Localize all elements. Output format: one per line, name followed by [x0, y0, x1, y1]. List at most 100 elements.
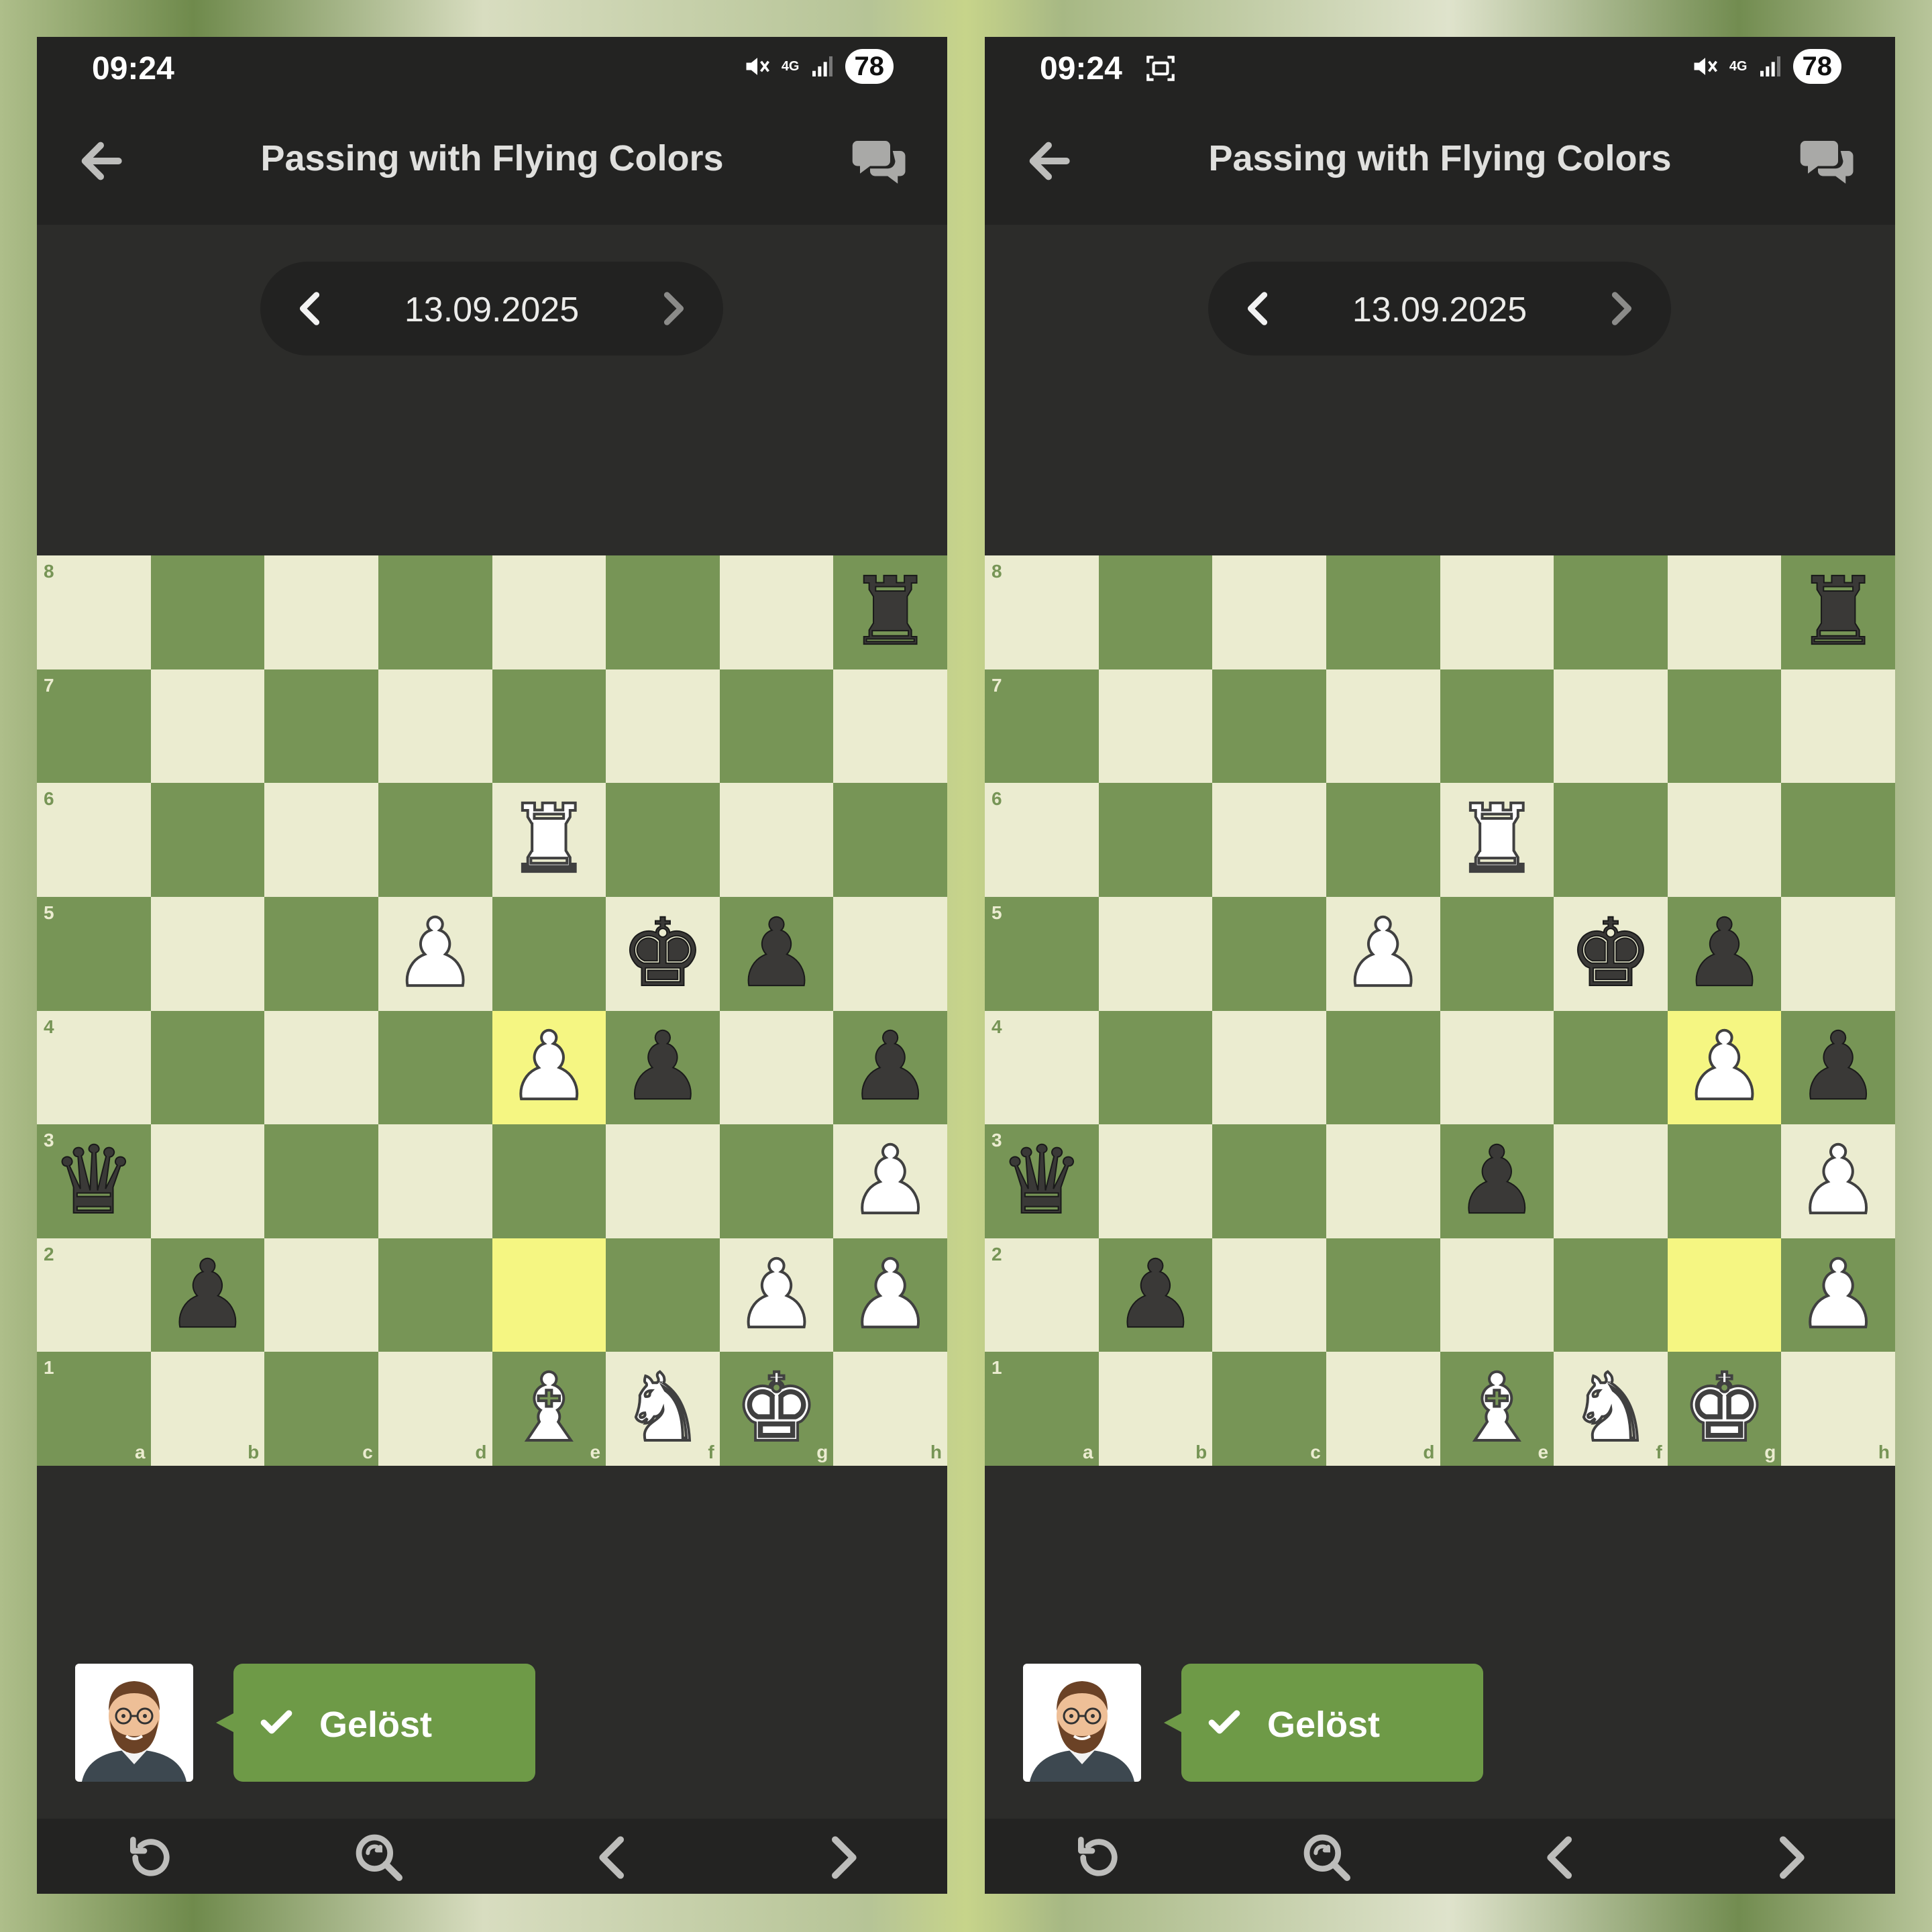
white-bishop[interactable]: ♝ — [506, 1360, 593, 1457]
black-pawn[interactable]: ♟ — [165, 1247, 251, 1342]
retry-icon[interactable] — [124, 1831, 178, 1884]
square-h1[interactable]: h — [833, 1352, 947, 1466]
square-b5[interactable] — [150, 896, 265, 1011]
square-b1[interactable]: b — [150, 1352, 265, 1466]
square-f1[interactable]: f ♞ — [606, 1352, 720, 1466]
square-d7[interactable] — [378, 669, 492, 784]
square-d3[interactable] — [1326, 1124, 1440, 1238]
square-f8[interactable] — [1554, 555, 1668, 669]
square-g3[interactable] — [719, 1124, 834, 1238]
white-pawn[interactable]: ♟ — [1681, 1019, 1768, 1116]
square-g5[interactable]: ♟ — [1667, 896, 1782, 1011]
white-pawn[interactable]: ♟ — [392, 905, 479, 1002]
square-a3[interactable]: 3 ♛ — [985, 1124, 1099, 1238]
square-c2[interactable] — [264, 1238, 378, 1352]
black-king[interactable]: ♚ — [1568, 906, 1654, 1001]
square-b5[interactable] — [1098, 896, 1213, 1011]
square-c4[interactable] — [264, 1010, 378, 1125]
square-e1[interactable]: e ♝ — [492, 1352, 606, 1466]
square-e3[interactable] — [492, 1124, 606, 1238]
white-pawn[interactable]: ♟ — [1340, 905, 1427, 1002]
white-pawn[interactable]: ♟ — [1794, 1246, 1882, 1343]
square-h2[interactable]: ♟ — [1781, 1238, 1895, 1352]
white-rook[interactable]: ♜ — [1454, 792, 1541, 888]
square-b1[interactable]: b — [1098, 1352, 1213, 1466]
square-c3[interactable] — [264, 1124, 378, 1238]
white-pawn[interactable]: ♟ — [733, 1246, 820, 1343]
square-e7[interactable] — [1440, 669, 1554, 784]
square-a7[interactable]: 7 — [37, 669, 151, 784]
square-a5[interactable]: 5 — [37, 896, 151, 1011]
square-g7[interactable] — [1667, 669, 1782, 784]
square-f4[interactable] — [1554, 1010, 1668, 1125]
square-c7[interactable] — [264, 669, 378, 784]
square-a7[interactable]: 7 — [985, 669, 1099, 784]
square-e8[interactable] — [492, 555, 606, 669]
square-g1[interactable]: g ♚ — [1667, 1352, 1782, 1466]
square-e4[interactable] — [1440, 1010, 1554, 1125]
square-f1[interactable]: f ♞ — [1554, 1352, 1668, 1466]
square-d8[interactable] — [1326, 555, 1440, 669]
square-e7[interactable] — [492, 669, 606, 784]
square-c6[interactable] — [1212, 783, 1326, 897]
square-h3[interactable]: ♟ — [833, 1124, 947, 1238]
square-f2[interactable] — [1554, 1238, 1668, 1352]
square-b6[interactable] — [1098, 783, 1213, 897]
black-pawn[interactable]: ♟ — [1454, 1133, 1540, 1228]
square-e3[interactable]: ♟ — [1440, 1124, 1554, 1238]
square-a1[interactable]: 1a — [37, 1352, 151, 1466]
chat-icon[interactable] — [1798, 131, 1858, 191]
square-c5[interactable] — [264, 896, 378, 1011]
square-g6[interactable] — [719, 783, 834, 897]
square-a4[interactable]: 4 — [985, 1010, 1099, 1125]
square-e6[interactable]: ♜ — [1440, 783, 1554, 897]
square-g2[interactable]: ♟ — [719, 1238, 834, 1352]
square-g3[interactable] — [1667, 1124, 1782, 1238]
square-f7[interactable] — [606, 669, 720, 784]
square-b7[interactable] — [150, 669, 265, 784]
black-pawn[interactable]: ♟ — [847, 1020, 933, 1115]
square-b3[interactable] — [150, 1124, 265, 1238]
chess-board[interactable]: 8 ♜ 7 6 ♜ 5 ♟ ♚ ♟ 4 ♟ ♟ ♟ 3 ♛ ♟ 2 ♟ ♟ ♟ 1 a b c d e ♝ f ♞ g ♚ h — [37, 555, 947, 1466]
white-rook[interactable]: ♜ — [506, 792, 593, 888]
white-pawn[interactable]: ♟ — [847, 1246, 934, 1343]
square-d2[interactable] — [378, 1238, 492, 1352]
square-f5[interactable]: ♚ — [606, 896, 720, 1011]
square-f4[interactable]: ♟ — [606, 1010, 720, 1125]
square-d1[interactable]: d — [378, 1352, 492, 1466]
square-g6[interactable] — [1667, 783, 1782, 897]
square-f6[interactable] — [606, 783, 720, 897]
square-g4[interactable]: ♟ — [1667, 1010, 1782, 1125]
square-b7[interactable] — [1098, 669, 1213, 784]
square-d6[interactable] — [1326, 783, 1440, 897]
square-e5[interactable] — [1440, 896, 1554, 1011]
square-b3[interactable] — [1098, 1124, 1213, 1238]
square-e5[interactable] — [492, 896, 606, 1011]
white-pawn[interactable]: ♟ — [1794, 1132, 1882, 1229]
white-pawn[interactable]: ♟ — [506, 1019, 593, 1116]
retry-icon[interactable] — [1072, 1831, 1126, 1884]
square-d3[interactable] — [378, 1124, 492, 1238]
square-h8[interactable]: ♜ — [833, 555, 947, 669]
square-d4[interactable] — [378, 1010, 492, 1125]
white-king[interactable]: ♚ — [1681, 1360, 1768, 1457]
square-b2[interactable]: ♟ — [150, 1238, 265, 1352]
square-d4[interactable] — [1326, 1010, 1440, 1125]
square-b6[interactable] — [150, 783, 265, 897]
square-e8[interactable] — [1440, 555, 1554, 669]
square-h6[interactable] — [833, 783, 947, 897]
square-a6[interactable]: 6 — [985, 783, 1099, 897]
black-queen[interactable]: ♛ — [999, 1133, 1085, 1228]
square-d8[interactable] — [378, 555, 492, 669]
square-g8[interactable] — [1667, 555, 1782, 669]
square-d1[interactable]: d — [1326, 1352, 1440, 1466]
zoom-icon[interactable] — [1300, 1831, 1354, 1884]
square-h8[interactable]: ♜ — [1781, 555, 1895, 669]
square-a6[interactable]: 6 — [37, 783, 151, 897]
square-e6[interactable]: ♜ — [492, 783, 606, 897]
square-a4[interactable]: 4 — [37, 1010, 151, 1125]
square-e1[interactable]: e ♝ — [1440, 1352, 1554, 1466]
square-h4[interactable]: ♟ — [833, 1010, 947, 1125]
square-f3[interactable] — [1554, 1124, 1668, 1238]
square-h7[interactable] — [1781, 669, 1895, 784]
